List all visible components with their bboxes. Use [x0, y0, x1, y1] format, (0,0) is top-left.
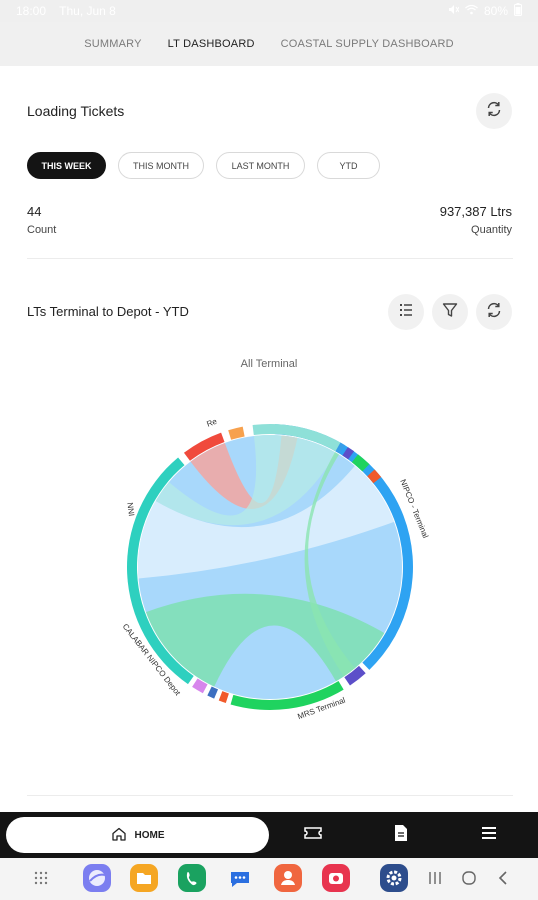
- ticket-nav-button[interactable]: [302, 824, 324, 846]
- filter-this-month[interactable]: THIS MONTH: [118, 152, 204, 179]
- home-circle-icon[interactable]: [461, 870, 477, 886]
- camera-app-icon[interactable]: [322, 864, 350, 892]
- status-indicators: 80%: [448, 3, 522, 19]
- chord-arc-4[interactable]: [218, 691, 229, 704]
- phone-app-icon[interactable]: [178, 864, 206, 892]
- quantity-value: 937,387 Ltrs: [439, 204, 512, 219]
- battery-text: 80%: [483, 4, 508, 18]
- battery-icon: [514, 3, 522, 19]
- menu-nav-button[interactable]: [478, 824, 500, 846]
- refresh-icon: [485, 301, 503, 324]
- back-icon[interactable]: [495, 870, 511, 886]
- refresh-icon: [485, 100, 503, 123]
- count-value: 44: [27, 204, 42, 219]
- ticket-icon: [303, 825, 323, 846]
- quantity-label: Quantity: [471, 224, 512, 236]
- status-time-date: 18:00 Thu, Jun 8: [16, 4, 126, 18]
- app-drawer-icon[interactable]: [33, 870, 49, 886]
- node-label-re: Re: [205, 417, 218, 429]
- my-files-app-icon[interactable]: [130, 864, 158, 892]
- android-taskbar: [0, 858, 538, 900]
- messages-app-icon[interactable]: [226, 864, 254, 892]
- mute-icon: [448, 4, 460, 18]
- filter-this-week[interactable]: THIS WEEK: [27, 152, 106, 179]
- node-label-nni: NNI: [125, 502, 136, 517]
- internet-app-icon[interactable]: [83, 864, 111, 892]
- chart-caption: All Terminal: [240, 358, 298, 370]
- legend-list-button[interactable]: [388, 294, 424, 330]
- document-icon: [393, 824, 409, 847]
- chord-diagram: NIPCO - TerminalMRS TerminalCALABAR NIPC…: [121, 417, 431, 722]
- filter-ytd[interactable]: YTD: [317, 152, 380, 179]
- filter-button[interactable]: [432, 294, 468, 330]
- tab-summary[interactable]: SUMMARY: [84, 38, 141, 50]
- tab-lt-dashboard[interactable]: LT DASHBOARD: [168, 38, 255, 50]
- chord-refresh-button[interactable]: [476, 294, 512, 330]
- recent-apps-icon[interactable]: [427, 870, 443, 886]
- section-divider: [27, 258, 513, 259]
- document-nav-button[interactable]: [390, 824, 412, 846]
- hamburger-menu-icon: [480, 826, 498, 845]
- chord-arc-5[interactable]: [207, 686, 219, 699]
- loading-tickets-title: Loading Tickets: [27, 103, 125, 119]
- loading-refresh-button[interactable]: [476, 93, 512, 129]
- chord-arc-9[interactable]: [228, 426, 245, 440]
- filter-last-month[interactable]: LAST MONTH: [216, 152, 305, 179]
- wifi-icon: [465, 4, 478, 18]
- status-date: Thu, Jun 8: [59, 4, 116, 18]
- bottom-divider: [27, 795, 513, 796]
- contacts-app-icon[interactable]: [274, 864, 302, 892]
- chord-card-title: LTs Terminal to Depot - YTD: [27, 304, 189, 319]
- settings-app-icon[interactable]: [380, 864, 408, 892]
- home-nav-label: HOME: [134, 829, 165, 841]
- tab-coastal-supply-dashboard[interactable]: COASTAL SUPPLY DASHBOARD: [281, 38, 454, 50]
- list-icon: [397, 301, 415, 324]
- top-tab-bar: SUMMARY LT DASHBOARD COASTAL SUPPLY DASH…: [0, 22, 538, 66]
- status-bar: 18:00 Thu, Jun 8 80%: [0, 0, 538, 22]
- count-label: Count: [27, 224, 57, 236]
- bottom-nav: HOME: [0, 812, 538, 858]
- home-nav-button[interactable]: HOME: [6, 817, 269, 853]
- status-time: 18:00: [16, 4, 47, 18]
- home-icon: [111, 826, 127, 845]
- period-filter-chips: THIS WEEK THIS MONTH LAST MONTH YTD: [27, 152, 380, 179]
- filter-icon: [441, 301, 459, 324]
